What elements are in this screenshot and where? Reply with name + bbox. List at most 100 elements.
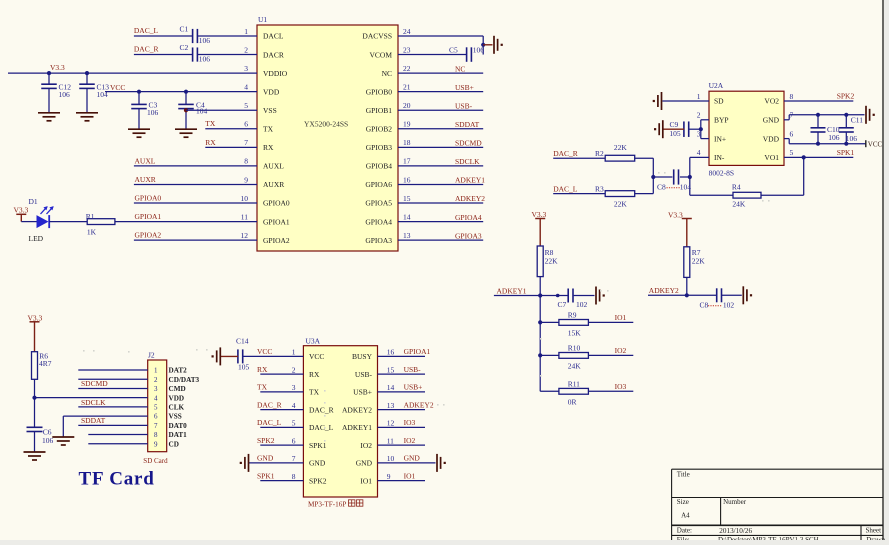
svg-text:DAC_L: DAC_L	[553, 185, 578, 194]
svg-text:106: 106	[147, 108, 159, 117]
svg-text:Sheet: Sheet	[866, 527, 882, 535]
svg-text:VO1: VO1	[764, 153, 779, 162]
svg-text:GPIOA1: GPIOA1	[404, 347, 431, 356]
svg-text:GPIOB3: GPIOB3	[366, 143, 393, 152]
svg-text:15: 15	[387, 365, 395, 374]
svg-text:14: 14	[403, 212, 411, 221]
svg-text:U2A: U2A	[709, 81, 724, 90]
svg-text:USB-: USB-	[355, 370, 373, 379]
svg-text:0R: 0R	[568, 398, 577, 407]
svg-text:VSS: VSS	[169, 413, 182, 421]
svg-text:GPIOA3: GPIOA3	[365, 236, 392, 245]
svg-text:A4: A4	[681, 512, 690, 520]
svg-text:9: 9	[244, 175, 248, 184]
svg-text:IN-: IN-	[714, 153, 725, 162]
svg-text:C5: C5	[449, 46, 458, 55]
svg-text:8: 8	[292, 472, 296, 481]
svg-text:IO2: IO2	[360, 441, 372, 450]
svg-text:106: 106	[42, 436, 54, 445]
svg-text:AUXL: AUXL	[263, 162, 284, 171]
svg-text:102: 102	[723, 301, 735, 310]
svg-text:22K: 22K	[614, 199, 628, 208]
svg-text:9: 9	[154, 440, 158, 448]
svg-text:DAT1: DAT1	[169, 431, 188, 439]
svg-text:SDCMD: SDCMD	[455, 139, 482, 148]
svg-text:6: 6	[244, 120, 248, 129]
svg-text:2: 2	[292, 365, 296, 374]
svg-text:MP3-TF-16P: MP3-TF-16P	[308, 500, 346, 508]
svg-text:SDDAT: SDDAT	[455, 120, 480, 129]
svg-text:GPIOA1: GPIOA1	[135, 212, 162, 221]
svg-text:VSS: VSS	[263, 106, 277, 115]
svg-text:CLK: CLK	[169, 403, 185, 411]
svg-text:106: 106	[199, 36, 211, 45]
svg-text:CD: CD	[169, 440, 179, 448]
svg-text:LED: LED	[29, 234, 44, 243]
svg-text:12: 12	[241, 231, 249, 240]
svg-text:USB+: USB+	[404, 383, 423, 392]
svg-text:GND: GND	[257, 454, 274, 463]
svg-text:22K: 22K	[545, 257, 559, 266]
svg-text:2: 2	[244, 45, 248, 54]
svg-text:6: 6	[292, 436, 296, 445]
svg-text:BYP: BYP	[714, 116, 729, 125]
svg-text:7: 7	[154, 422, 158, 430]
svg-text:VCC: VCC	[868, 141, 883, 149]
svg-text:SPK1: SPK1	[837, 148, 855, 157]
svg-text:5: 5	[790, 148, 794, 157]
svg-text:DAT0: DAT0	[169, 422, 188, 430]
svg-text:104: 104	[680, 183, 692, 192]
svg-text:SDCLK: SDCLK	[455, 157, 480, 166]
svg-text:GND: GND	[763, 116, 780, 125]
svg-text:Number: Number	[723, 498, 747, 506]
svg-text:IN+: IN+	[714, 134, 726, 143]
svg-text:13: 13	[387, 401, 395, 410]
svg-text:2: 2	[154, 376, 158, 384]
svg-text:1K: 1K	[87, 228, 97, 237]
svg-text:J2: J2	[148, 350, 155, 359]
svg-text:C8: C8	[657, 183, 666, 192]
svg-text:SD Card: SD Card	[143, 457, 168, 465]
svg-text:ADKEY1: ADKEY1	[455, 176, 485, 185]
svg-text:13: 13	[403, 231, 411, 240]
svg-text:ADKEY2: ADKEY2	[404, 400, 434, 409]
svg-text:3: 3	[292, 383, 296, 392]
svg-text:9: 9	[387, 472, 391, 481]
svg-text:106: 106	[59, 90, 71, 99]
svg-text:GPIOA2: GPIOA2	[135, 231, 162, 240]
svg-text:USB-: USB-	[455, 101, 473, 110]
svg-text:4: 4	[154, 394, 158, 402]
svg-text:V3.3: V3.3	[668, 210, 683, 219]
svg-text:SDCLK: SDCLK	[81, 398, 106, 407]
svg-text:SPK2: SPK2	[309, 476, 327, 485]
svg-text:RX: RX	[263, 143, 274, 152]
svg-text:AUXL: AUXL	[135, 156, 156, 165]
svg-text:19: 19	[403, 120, 411, 129]
svg-text:IO2: IO2	[615, 346, 627, 355]
svg-text:V3.3: V3.3	[532, 210, 547, 219]
svg-text:4: 4	[244, 82, 248, 91]
svg-text:TF Card: TF Card	[79, 469, 155, 490]
svg-text:1: 1	[154, 367, 158, 375]
svg-text:YX5200-24SS: YX5200-24SS	[304, 120, 348, 129]
svg-text:10: 10	[387, 454, 395, 463]
svg-text:8002-8S: 8002-8S	[709, 169, 734, 178]
svg-text:23: 23	[403, 45, 411, 54]
svg-text:VCC: VCC	[309, 352, 324, 361]
svg-text:CMD: CMD	[169, 385, 186, 393]
svg-text:GPIOB0: GPIOB0	[366, 87, 393, 96]
svg-text:ADKEY2: ADKEY2	[342, 405, 372, 414]
svg-text:GPIOB2: GPIOB2	[366, 125, 393, 134]
svg-text:16: 16	[403, 175, 411, 184]
svg-text:IO3: IO3	[404, 418, 416, 427]
svg-text:File:: File:	[677, 536, 690, 540]
svg-text:C1: C1	[180, 24, 189, 33]
svg-text:GND: GND	[404, 454, 421, 463]
svg-text:AUXR: AUXR	[263, 180, 284, 189]
svg-text:C2: C2	[180, 43, 189, 52]
svg-text:DACR: DACR	[263, 50, 284, 59]
svg-text:NC: NC	[455, 64, 465, 73]
svg-text:ADKEY1: ADKEY1	[497, 286, 527, 295]
svg-text:SPK1: SPK1	[309, 441, 327, 450]
svg-text:VCC: VCC	[257, 347, 272, 356]
